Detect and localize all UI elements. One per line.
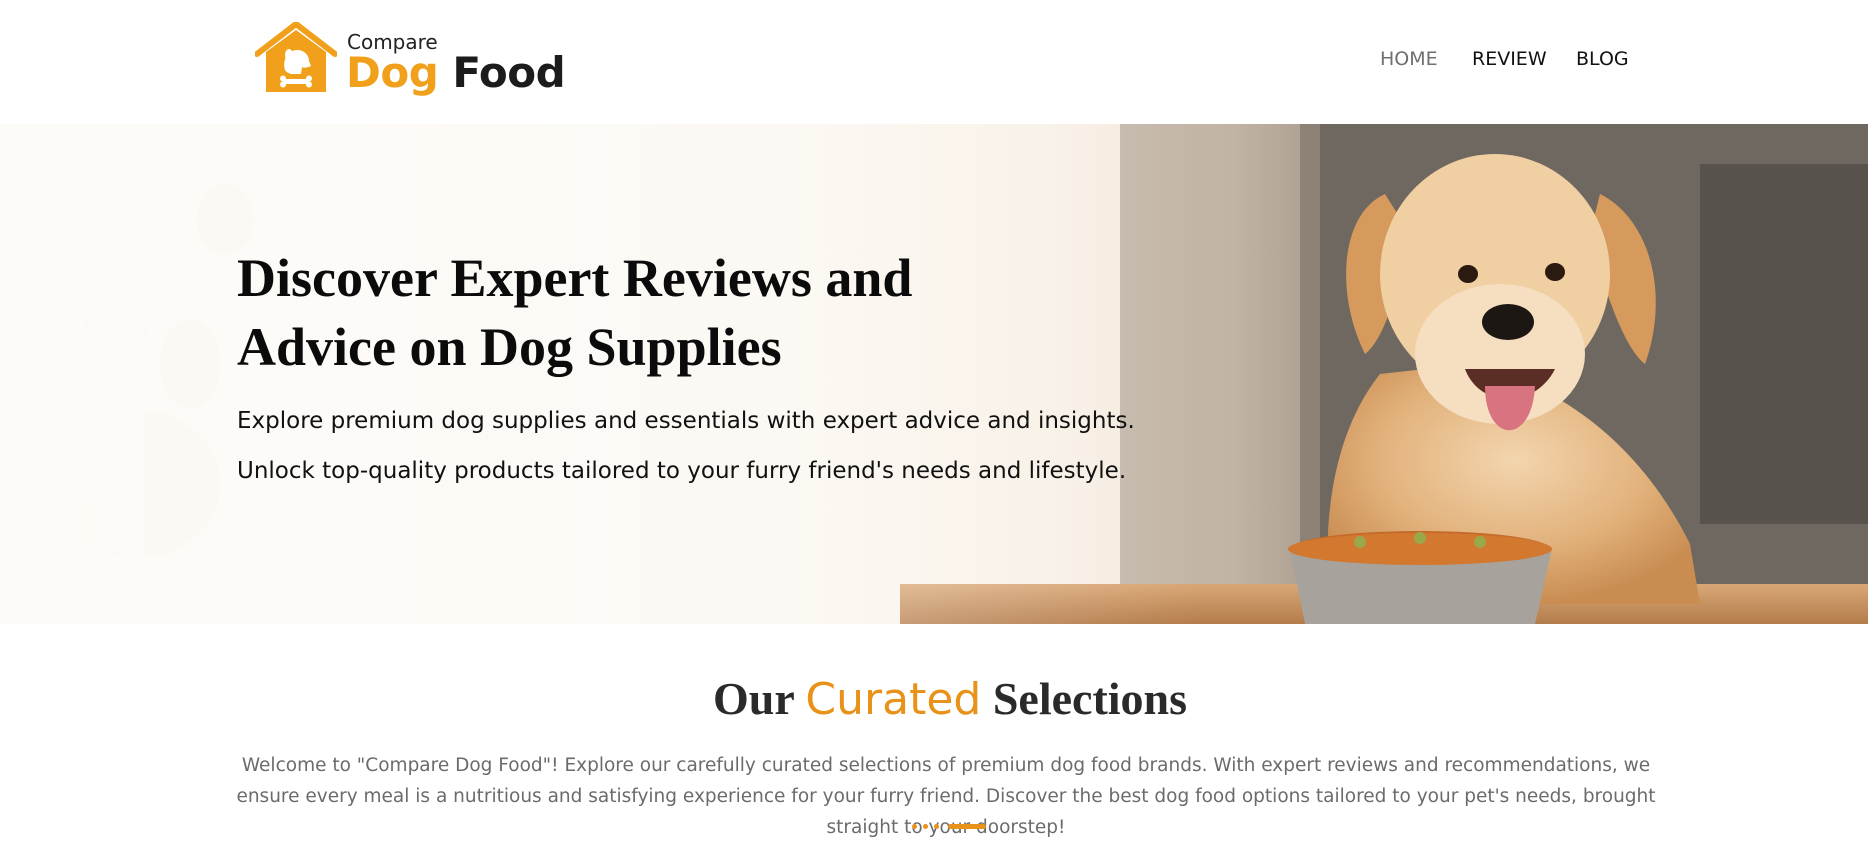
hero-subtitle-1: Explore premium dog supplies and essenti…: [237, 408, 1135, 434]
divider-dot: [912, 824, 917, 829]
hero-banner: Discover Expert Reviews and Advice on Do…: [0, 124, 1868, 624]
hero-title: Discover Expert Reviews and Advice on Do…: [237, 244, 1057, 382]
hero-subtitle-2: Unlock top-quality products tailored to …: [237, 458, 1127, 484]
section-divider: [912, 823, 992, 831]
hero-title-line1: Discover Expert Reviews and: [237, 248, 913, 308]
section-title-part1: Our: [712, 673, 794, 724]
section-title-part2: Selections: [992, 673, 1188, 724]
divider-dot: [923, 824, 928, 829]
divider-bar: [948, 824, 986, 829]
main-nav: HOME REVIEW BLOG: [0, 48, 1868, 78]
nav-blog[interactable]: BLOG: [1576, 48, 1629, 70]
divider-dot: [934, 824, 939, 829]
nav-review[interactable]: REVIEW: [1472, 48, 1547, 70]
site-header: Compare Dog Food HOME REVIEW BLOG: [0, 0, 1868, 124]
nav-home[interactable]: HOME: [1380, 48, 1438, 70]
hero-title-line2: Advice on Dog Supplies: [237, 317, 782, 377]
section-title: Our Curated Selections: [0, 672, 1868, 725]
section-title-accent: Curated: [805, 674, 982, 725]
